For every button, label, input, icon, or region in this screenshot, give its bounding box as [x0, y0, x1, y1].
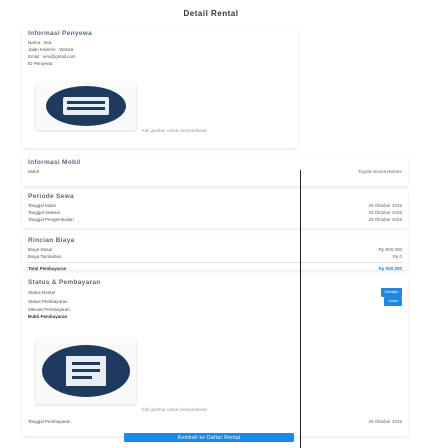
status-method-label: Metode Pembayaran: [28, 307, 70, 312]
status-rental-badge: Disetujui: [380, 288, 402, 297]
status-payment-badge: Lunas: [384, 297, 402, 306]
status-section-title: Status & Pembayaran: [28, 279, 101, 286]
cost-extra-label: Biaya Tambahan: [28, 254, 62, 259]
car-section-title: Informasi Mobil: [28, 159, 81, 166]
paid-date-label: Tanggal Pembayaran: [28, 419, 71, 424]
cost-row: Biaya Tambahan Rp 0: [28, 253, 402, 260]
id-card-icon: [46, 86, 126, 126]
renter-email: Email : iera@gmail.com: [28, 54, 76, 59]
vertical-divider: [300, 170, 301, 448]
car-row: Mobil Toyota Innova Reborn: [28, 168, 402, 175]
period-row: Tanggal Selesai 29 Oktober 2025: [28, 209, 402, 216]
paid-date-row: Tanggal Pembayaran 26 Oktober 2025: [28, 418, 402, 425]
cost-extra-value: Rp 0: [392, 254, 402, 259]
status-row: Status Rental Disetujui: [28, 288, 402, 297]
car-card: Informasi Mobil Mobil Toyota Innova Rebo…: [22, 156, 408, 186]
cost-total-value: Rp 900.000: [378, 266, 402, 271]
cost-base-value: Rp 900.000: [378, 247, 402, 252]
period-card: Periode Sewa Tanggal Mulai 26 Oktober 20…: [22, 190, 408, 228]
cost-divider: [28, 262, 402, 263]
back-to-list-button[interactable]: Kembali ke Daftar Rental: [124, 433, 294, 442]
paid-date-value: 26 Oktober 2025: [368, 419, 402, 424]
status-rental-label: Status Rental: [28, 290, 56, 295]
renter-address: Jalan Kelerrin : Wanita: [28, 47, 74, 52]
period-row: Tanggal Mulai 26 Oktober 2025: [28, 202, 402, 209]
renter-name: Nama : Iera: [28, 40, 52, 45]
period-end-value: 29 Oktober 2025: [368, 210, 402, 215]
status-row: Metode Pembayaran: [28, 306, 402, 313]
receipt-icon: [42, 345, 130, 397]
car-label: Mobil: [28, 169, 39, 174]
page-title: Detail Rental: [183, 9, 239, 18]
cost-row: Biaya Dasar Rp 900.000: [28, 246, 402, 253]
renter-id-label: ID Penyewa: [28, 61, 53, 66]
period-end-label: Tanggal Selesai: [28, 210, 60, 215]
car-value: Toyota Innova Reborn: [357, 169, 402, 174]
proof-image-hint: Klik gambar untuk memperbesar: [142, 407, 208, 412]
proof-label: Bukti Pembayaran: [28, 314, 68, 319]
renter-id-image[interactable]: [36, 82, 136, 130]
payment-proof-image[interactable]: [36, 338, 136, 404]
cost-base-label: Biaya Dasar: [28, 247, 53, 252]
renter-image-hint: Klik gambar untuk memperbesar: [142, 128, 208, 133]
period-start-label: Tanggal Mulai: [28, 203, 56, 208]
period-section-title: Periode Sewa: [28, 193, 74, 200]
renter-section-title: Informasi Penyewa: [28, 30, 92, 37]
cost-total-label: Total Pembayaran: [28, 266, 67, 271]
cost-total-row: Total Pembayaran Rp 900.000: [28, 265, 402, 272]
period-return-label: Tanggal Pengembalian: [28, 217, 74, 222]
period-row: Tanggal Pengembalian 29 Oktober 2025: [28, 216, 402, 223]
status-row: Status Pembayaran Lunas: [28, 297, 402, 306]
period-start-value: 26 Oktober 2025: [368, 203, 402, 208]
cost-section-title: Rincian Biaya: [28, 237, 75, 244]
status-payment-label: Status Pembayaran: [28, 299, 68, 304]
cost-card: Rincian Biaya Biaya Dasar Rp 900.000 Bia…: [22, 234, 408, 272]
period-return-value: 29 Oktober 2025: [368, 217, 402, 222]
